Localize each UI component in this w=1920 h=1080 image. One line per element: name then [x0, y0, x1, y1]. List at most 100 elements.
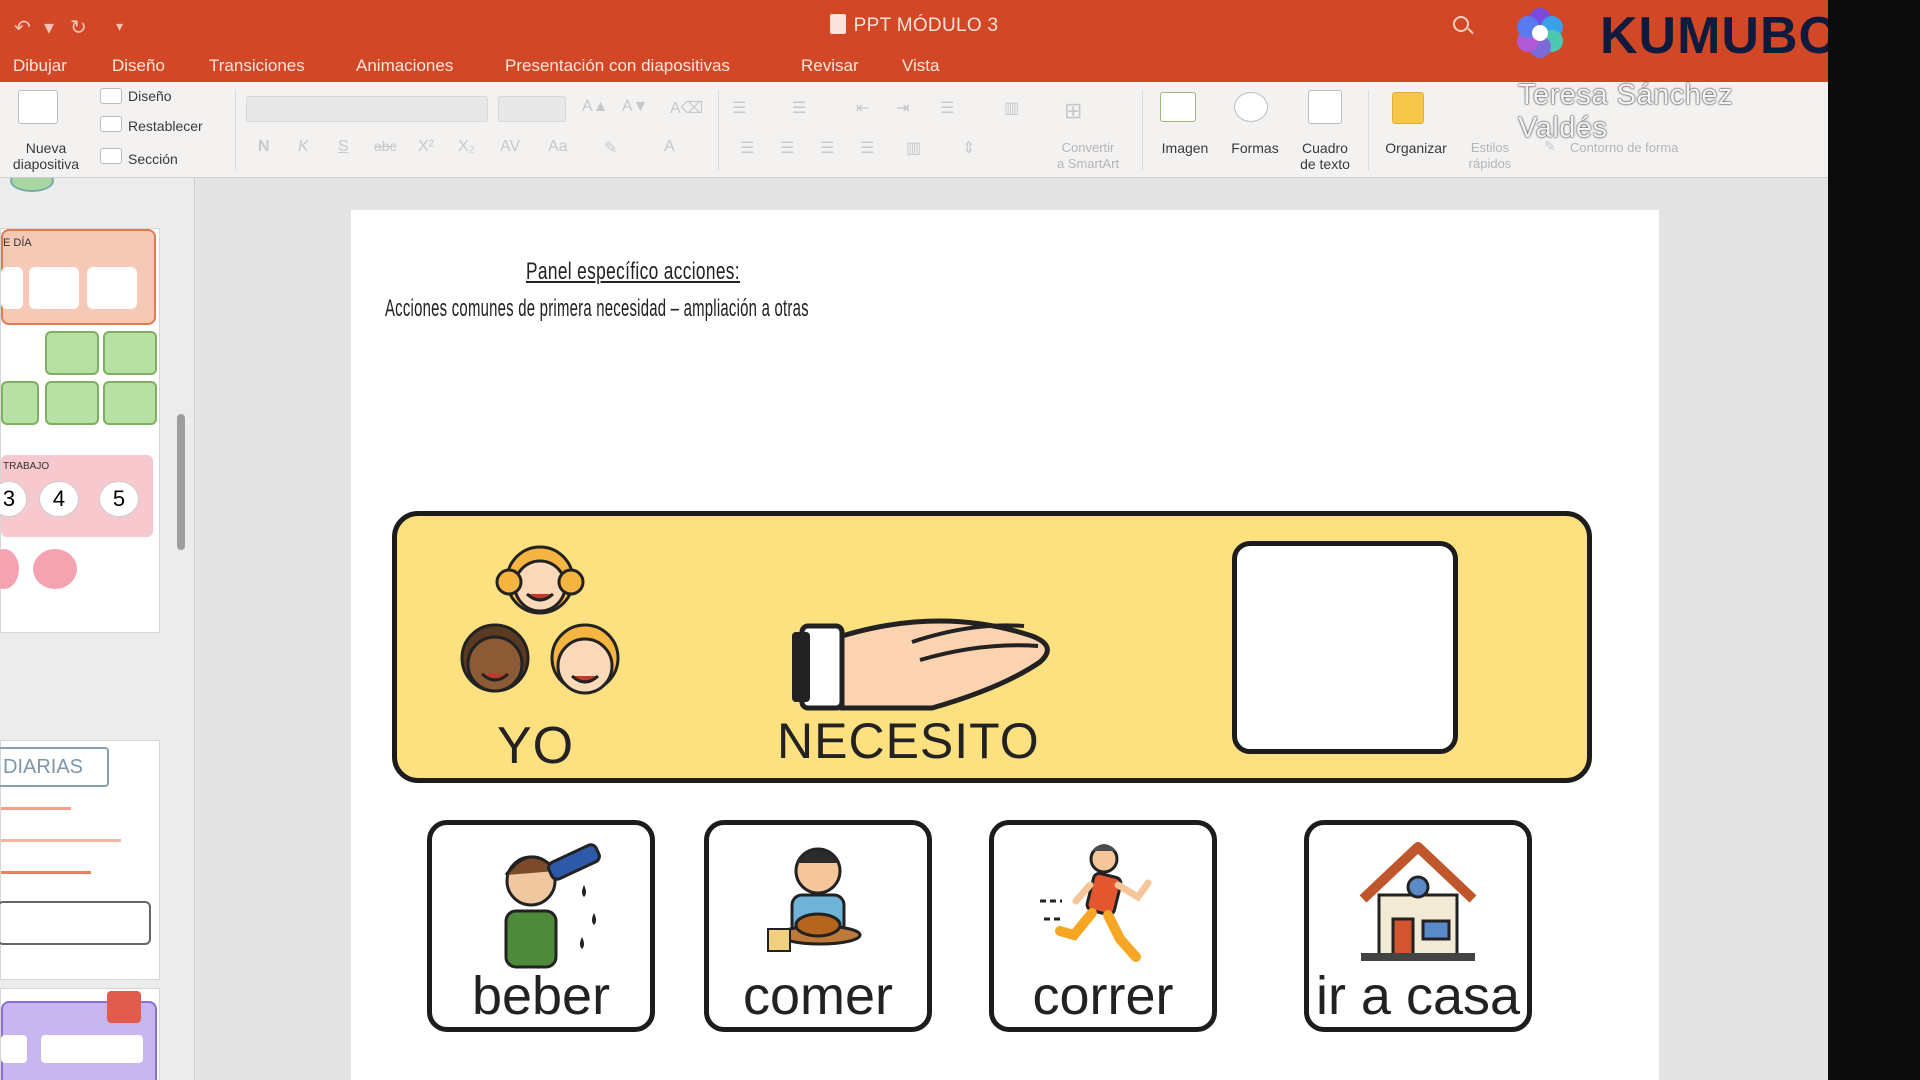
sentence-strip[interactable]: YO NECESITO	[392, 511, 1592, 783]
align-left-icon[interactable]: ☰	[740, 138, 754, 158]
slide-thumbnail-2[interactable]: DIARIAS	[0, 740, 160, 980]
tab-vista[interactable]: Vista	[902, 56, 940, 76]
action-card-beber[interactable]: beber	[427, 820, 655, 1032]
quick-styles-button[interactable]: Estilos rápidos	[1458, 140, 1522, 172]
document-title-text: PPT MÓDULO 3	[853, 15, 999, 36]
shapes-button[interactable]: Formas	[1220, 140, 1290, 156]
thumbnail-text-line	[1, 839, 121, 842]
align-center-icon[interactable]: ☰	[780, 138, 794, 158]
image-icon	[1160, 92, 1196, 122]
action-card-ir-a-casa[interactable]: ir a casa	[1304, 820, 1532, 1032]
card-label: comer	[742, 966, 894, 1026]
slide-thumbnail-3[interactable]	[0, 988, 160, 1080]
search-icon[interactable]	[1453, 16, 1469, 32]
align-text-icon[interactable]: ⇕	[962, 138, 975, 158]
new-slide-button[interactable]: Nueva diapositiva	[2, 140, 90, 172]
layout-button[interactable]: Diseño	[128, 88, 172, 104]
calendar-icon	[107, 991, 141, 1023]
thumbnail-tile	[45, 331, 99, 375]
action-card-correr[interactable]: correr	[989, 820, 1217, 1032]
ribbon-divider	[1142, 90, 1143, 170]
arrange-icon	[1392, 92, 1424, 124]
font-size-select[interactable]	[498, 96, 566, 122]
reset-icon	[100, 116, 122, 132]
columns-icon[interactable]: ▥	[1004, 98, 1019, 118]
thumbnail-text-line	[1, 807, 71, 810]
running-icon	[1040, 844, 1152, 962]
image-button[interactable]: Imagen	[1150, 140, 1220, 156]
card-label: ir a casa	[1315, 966, 1521, 1026]
slide-thumbnails-panel[interactable]: E DÍA TRABAJO 3 4 5 DIARIAS	[0, 178, 195, 1080]
tab-revisar[interactable]: Revisar	[801, 56, 859, 76]
text-direction-icon[interactable]: ▥	[906, 138, 921, 158]
powerpoint-window: ↶ ▾ ↻ ▾ PPT MÓDULO 3 Dibujar Diseño Tran…	[0, 0, 1828, 1080]
tab-diseno[interactable]: Diseño	[112, 56, 165, 76]
slide[interactable]: Panel específico acciones: Acciones comu…	[351, 210, 1659, 1080]
strikethrough-button[interactable]: abc	[374, 138, 397, 154]
italic-button[interactable]: K	[298, 138, 309, 156]
eating-icon	[767, 847, 862, 952]
decrease-font-icon[interactable]: A▼	[622, 98, 649, 116]
slide-editor-canvas[interactable]: Panel específico acciones: Acciones comu…	[196, 178, 1828, 1080]
subscript-button[interactable]: X₂	[458, 138, 475, 156]
tab-animaciones[interactable]: Animaciones	[356, 56, 453, 76]
section-icon	[100, 148, 122, 164]
smartart-icon[interactable]: ⊞	[1064, 98, 1082, 124]
slide-thumbnail-1[interactable]: E DÍA TRABAJO 3 4 5	[0, 228, 160, 633]
underline-button[interactable]: S	[338, 138, 349, 156]
bold-button[interactable]: N	[258, 138, 270, 156]
pptx-file-icon	[829, 14, 846, 34]
house-icon	[1359, 842, 1477, 961]
drinking-icon	[504, 843, 601, 969]
thumbnail-card	[1, 1035, 27, 1063]
indent-icon[interactable]: ⇥	[896, 98, 909, 118]
char-spacing-icon[interactable]: AV	[500, 138, 520, 156]
numbering-icon[interactable]: ☰	[792, 98, 806, 118]
ribbon-divider	[1368, 90, 1369, 170]
justify-icon[interactable]: ☰	[860, 138, 874, 158]
thumbnail-tile	[103, 331, 157, 375]
clear-format-icon[interactable]: A⌫	[670, 98, 703, 118]
increase-font-icon[interactable]: A▲	[582, 98, 609, 116]
change-case-icon[interactable]: Aa	[548, 138, 568, 156]
kumubox-logo-icon	[1517, 8, 1563, 58]
ribbon-divider	[235, 90, 236, 170]
thumbnail-card	[29, 267, 79, 309]
new-slide-icon[interactable]	[18, 90, 58, 124]
slide-subtitle[interactable]: Acciones comunes de primera necesidad – …	[385, 295, 809, 323]
arrange-button[interactable]: Organizar	[1374, 140, 1458, 156]
reset-button[interactable]: Restablecer	[128, 118, 203, 134]
action-card-comer[interactable]: comer	[704, 820, 932, 1032]
textbox-button[interactable]: Cuadro de texto	[1290, 140, 1360, 172]
align-right-icon[interactable]: ☰	[820, 138, 834, 158]
thumbnail-label: E DÍA	[3, 237, 32, 249]
font-family-select[interactable]	[246, 96, 488, 122]
subject-label: YO	[497, 717, 575, 775]
thumbnail-card	[41, 1035, 143, 1063]
thumbnail-number: 4	[39, 481, 79, 517]
line-spacing-icon[interactable]: ☰	[940, 98, 954, 118]
textbox-icon	[1308, 90, 1342, 124]
superscript-button[interactable]: X²	[418, 138, 434, 156]
tab-transiciones[interactable]: Transiciones	[209, 56, 305, 76]
convert-smartart-button[interactable]: Convertir a SmartArt	[1038, 140, 1138, 172]
tab-dibujar[interactable]: Dibujar	[13, 56, 67, 76]
verb-label: NECESITO	[777, 713, 1040, 769]
brand-name: KUMUBOX	[1600, 7, 1828, 65]
font-color-icon[interactable]: A	[664, 138, 675, 156]
thumbnail-scrollbar[interactable]	[177, 414, 185, 550]
shapes-icon	[1234, 92, 1268, 122]
bullets-icon[interactable]: ☰	[732, 98, 746, 118]
thumbnail-circle	[0, 549, 19, 589]
highlight-icon[interactable]: ✎	[604, 138, 617, 158]
tab-presentacion[interactable]: Presentación con diapositivas	[505, 56, 730, 76]
thumbnail-number: 5	[99, 481, 139, 517]
empty-pictogram-slot[interactable]	[1232, 541, 1458, 754]
outdent-icon[interactable]: ⇤	[856, 98, 869, 118]
thumbnail-tile	[103, 381, 157, 425]
thumbnail-circle	[33, 549, 77, 589]
section-button[interactable]: Sección	[128, 151, 178, 167]
slide-title[interactable]: Panel específico acciones:	[526, 258, 740, 286]
thumbnail-text-line	[1, 871, 91, 874]
open-hand-icon	[792, 618, 1050, 711]
